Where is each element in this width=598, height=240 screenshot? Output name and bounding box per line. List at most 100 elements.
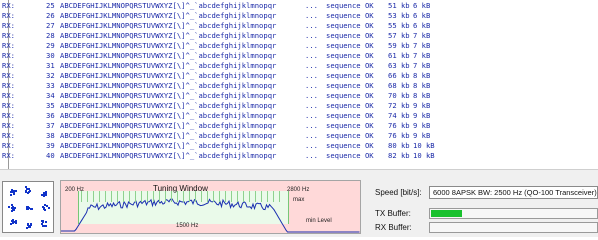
band-tick <box>99 191 100 202</box>
speed-select[interactable]: 6000 8APSK BW: 2500 Hz (QO-100 Transceiv… <box>429 186 598 199</box>
log-dots: ... <box>305 121 318 130</box>
log-seq: 26 <box>46 11 55 20</box>
log-size: 70 kb <box>388 91 410 100</box>
log-payload: ABCDEFGHIJKLMNOPQRSTUVWXYZ[\]^_`abcdefgh… <box>60 121 277 130</box>
log-status: sequence OK <box>326 151 374 160</box>
log-payload: ABCDEFGHIJKLMNOPQRSTUVWXYZ[\]^_`abcdefgh… <box>60 91 277 100</box>
band-tick <box>219 191 220 202</box>
log-size: 72 kb <box>388 101 410 110</box>
log-seq: 29 <box>46 41 55 50</box>
log-payload: ABCDEFGHIJKLMNOPQRSTUVWXYZ[\]^_`abcdefgh… <box>60 111 277 120</box>
log-rate: 7 kB <box>413 61 431 70</box>
tx-buffer-bar <box>429 208 598 219</box>
constellation-point <box>41 223 43 225</box>
log-prefix: RX: <box>2 61 15 70</box>
spectrum-line <box>61 198 360 233</box>
log-rate: 10 kB <box>413 151 435 160</box>
log-dots: ... <box>305 51 318 60</box>
log-size: 68 kb <box>388 81 410 90</box>
log-seq: 36 <box>46 111 55 120</box>
log-size: 53 kb <box>388 11 410 20</box>
constellation-point <box>44 225 46 227</box>
band-tick <box>225 191 226 202</box>
rx-log[interactable]: RX: 25 ABCDEFGHIJKLMNOPQRSTUVWXYZ[\]^_`abc… <box>0 0 598 169</box>
constellation-point <box>45 221 47 223</box>
band-tick <box>189 191 190 202</box>
log-dots: ... <box>305 1 318 10</box>
log-payload: ABCDEFGHIJKLMNOPQRSTUVWXYZ[\]^_`abcdefgh… <box>60 101 277 110</box>
constellation-point <box>28 191 30 193</box>
band-tick <box>201 191 202 202</box>
log-seq: 33 <box>46 81 55 90</box>
band-tick <box>93 191 94 202</box>
band-tick <box>255 191 256 202</box>
log-prefix: RX: <box>2 51 15 60</box>
band-tick <box>105 191 106 202</box>
log-size: 82 kb <box>388 151 410 160</box>
log-rate: 9 kB <box>413 111 431 120</box>
constellation-point <box>43 195 45 197</box>
log-size: 66 kb <box>388 71 410 80</box>
log-prefix: RX: <box>2 91 15 100</box>
band-tick <box>213 191 214 202</box>
tx-buffer-fill <box>431 210 462 217</box>
constellation-point <box>26 227 28 229</box>
constellation-point <box>13 208 15 210</box>
log-prefix: RX: <box>2 1 15 10</box>
log-prefix: RX: <box>2 101 15 110</box>
constellation-point <box>30 223 32 225</box>
log-status: sequence OK <box>326 91 374 100</box>
log-status: sequence OK <box>326 21 374 30</box>
band-tick <box>237 191 238 202</box>
constellation-point <box>44 209 46 211</box>
log-dots: ... <box>305 81 318 90</box>
log-seq: 32 <box>46 71 55 80</box>
log-payload: ABCDEFGHIJKLMNOPQRSTUVWXYZ[\]^_`abcdefgh… <box>60 21 277 30</box>
spectrum-tuning-window[interactable]: Tuning Window 200 Hz 2800 Hz max 1500 Hz… <box>60 180 361 234</box>
log-size: 80 kb <box>388 141 410 150</box>
band-tick <box>123 191 124 202</box>
log-payload: ABCDEFGHIJKLMNOPQRSTUVWXYZ[\]^_`abcdefgh… <box>60 11 277 20</box>
rx-buffer-bar <box>429 222 598 233</box>
log-dots: ... <box>305 91 318 100</box>
constellation-point <box>12 222 14 224</box>
log-rate: 6 kB <box>413 1 431 10</box>
log-rate: 9 kB <box>413 121 431 130</box>
log-size: 61 kb <box>388 51 410 60</box>
log-payload: ABCDEFGHIJKLMNOPQRSTUVWXYZ[\]^_`abcdefgh… <box>60 61 277 70</box>
log-dots: ... <box>305 141 318 150</box>
constellation-point <box>12 219 14 221</box>
log-size: 63 kb <box>388 61 410 70</box>
log-dots: ... <box>305 71 318 80</box>
log-dots: ... <box>305 101 318 110</box>
log-status: sequence OK <box>326 1 374 10</box>
log-prefix: RX: <box>2 11 15 20</box>
band-tick <box>249 191 250 202</box>
log-payload: ABCDEFGHIJKLMNOPQRSTUVWXYZ[\]^_`abcdefgh… <box>60 151 277 160</box>
log-seq: 28 <box>46 31 55 40</box>
constellation-point <box>29 226 31 228</box>
log-size: 55 kb <box>388 21 410 30</box>
log-payload: ABCDEFGHIJKLMNOPQRSTUVWXYZ[\]^_`abcdefgh… <box>60 131 277 140</box>
log-status: sequence OK <box>326 41 374 50</box>
log-rate: 6 kB <box>413 11 431 20</box>
constellation-point <box>13 193 15 195</box>
band-tick <box>135 191 136 202</box>
log-payload: ABCDEFGHIJKLMNOPQRSTUVWXYZ[\]^_`abcdefgh… <box>60 31 277 40</box>
log-status: sequence OK <box>326 141 374 150</box>
constellation-point <box>45 194 47 196</box>
band-tick <box>111 191 112 202</box>
band-tick <box>81 191 82 202</box>
log-prefix: RX: <box>2 131 15 140</box>
log-rate: 8 kB <box>413 81 431 90</box>
log-status: sequence OK <box>326 81 374 90</box>
log-size: 57 kb <box>388 31 410 40</box>
constellation-point <box>42 220 44 222</box>
log-seq: 39 <box>46 141 55 150</box>
log-size: 74 kb <box>388 111 410 120</box>
log-payload: ABCDEFGHIJKLMNOPQRSTUVWXYZ[\]^_`abcdefgh… <box>60 71 277 80</box>
constellation-point <box>48 207 50 209</box>
constellation-point <box>15 222 17 224</box>
band-tick <box>183 191 184 202</box>
constellation-point <box>10 194 12 196</box>
